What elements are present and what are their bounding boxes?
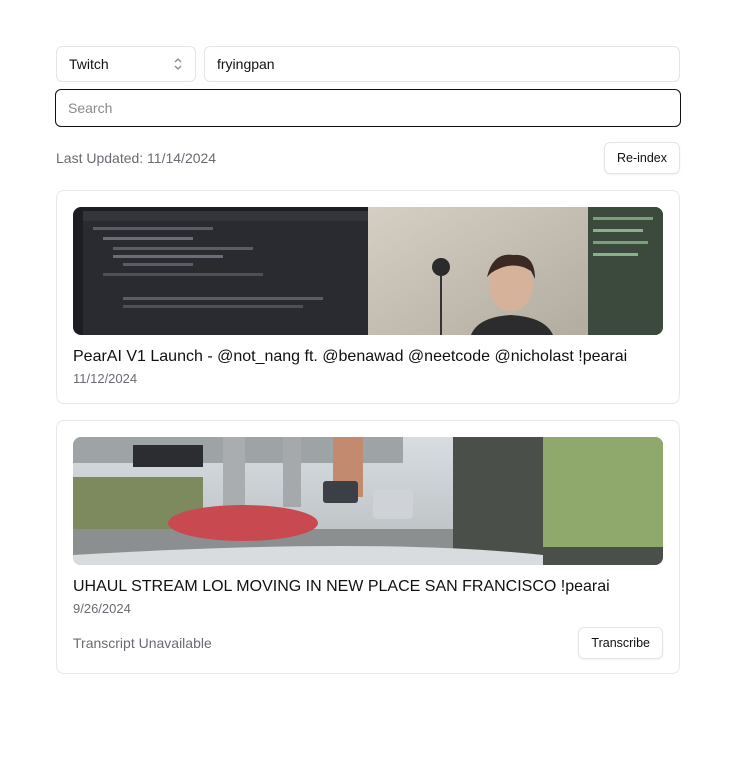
video-card[interactable]: UHAUL STREAM LOL MOVING IN NEW PLACE SAN… [56, 420, 680, 674]
transcript-row: Transcript Unavailable Transcribe [73, 627, 663, 659]
video-thumbnail[interactable] [73, 207, 663, 335]
transcribe-button[interactable]: Transcribe [578, 627, 663, 659]
transcript-status: Transcript Unavailable [73, 635, 212, 651]
source-controls: Twitch fryingpan [56, 46, 680, 82]
platform-select[interactable]: Twitch [56, 46, 196, 82]
video-thumbnail[interactable] [73, 437, 663, 565]
video-date: 11/12/2024 [73, 371, 138, 386]
video-date: 9/26/2024 [73, 601, 131, 616]
video-title[interactable]: PearAI V1 Launch - @not_nang ft. @benawa… [73, 347, 663, 367]
platform-select-value: Twitch [69, 56, 109, 72]
video-card[interactable]: PearAI V1 Launch - @not_nang ft. @benawa… [56, 190, 680, 404]
video-title[interactable]: UHAUL STREAM LOL MOVING IN NEW PLACE SAN… [73, 577, 663, 597]
reindex-button[interactable]: Re-index [603, 142, 680, 174]
search-input[interactable] [55, 89, 681, 127]
channel-input[interactable]: fryingpan [204, 46, 680, 82]
chevron-up-down-icon [174, 58, 182, 70]
channel-input-value: fryingpan [217, 56, 275, 72]
index-status-row: Last Updated: 11/14/2024 Re-index [56, 142, 680, 174]
last-updated-text: Last Updated: 11/14/2024 [56, 150, 217, 166]
